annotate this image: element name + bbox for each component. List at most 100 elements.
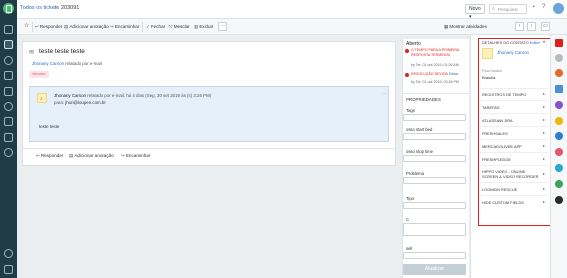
reply-icon: ↩ — [35, 24, 39, 29]
type-select[interactable] — [403, 202, 466, 209]
problem-select[interactable] — [403, 177, 466, 184]
footer-add-note-label: Adicionar anotação — [74, 153, 114, 158]
reply-button[interactable]: ↩Responder — [35, 22, 62, 31]
type-label: Tipo — [406, 196, 414, 201]
resolution-edit-link[interactable]: Editar — [449, 72, 458, 76]
resolution-title: RESOLUÇÃO DEVIDA — [411, 72, 448, 76]
trash-icon: ▥ — [194, 24, 199, 29]
reply-icon: ↩ — [36, 153, 40, 158]
footer-reply-button[interactable]: ↩Responder — [36, 151, 63, 160]
app-cyan-icon[interactable] — [555, 164, 563, 172]
apps-rail — [550, 35, 567, 278]
search-icon: ⌕ — [492, 6, 495, 12]
footer-forward-label: Encaminhar — [125, 153, 151, 158]
freshdesk-logo-icon[interactable] — [3, 3, 14, 14]
footer-reply-label: Responder — [40, 153, 64, 158]
forward-label: Encaminhar — [114, 24, 140, 29]
update-button[interactable]: Atualizar — [403, 264, 466, 275]
ticket-subject: teste teste teste — [39, 48, 85, 55]
field-input-1[interactable] — [403, 133, 466, 140]
reports-icon[interactable] — [4, 117, 13, 126]
notifications-bell-icon[interactable]: ◔ — [531, 4, 535, 11]
search-placeholder: Pesquisar — [498, 7, 519, 12]
companies-icon[interactable] — [4, 71, 13, 80]
forums-icon[interactable] — [4, 102, 13, 111]
first-response-alert-icon — [405, 49, 409, 53]
note-icon: ▤ — [69, 153, 74, 158]
ticket-toolbar: ☆ ↩Responder ▤Adicionar anotação ↪Encami… — [17, 19, 567, 35]
resolution-line: RESOLUÇÃO DEVIDA Editar — [411, 72, 458, 76]
left-nav — [0, 0, 17, 278]
show-activities-button[interactable]: ▦Mostrar atividades — [444, 22, 487, 31]
more-options-icon[interactable]: ⋯ — [218, 22, 227, 31]
app-logo-icon[interactable] — [555, 39, 563, 47]
merge-label: Mesclar — [173, 24, 190, 29]
footer-forward-button[interactable]: ↪Encaminhar — [121, 151, 150, 160]
note-icon: ▤ — [64, 24, 69, 29]
avatar[interactable] — [553, 3, 564, 14]
message-options-icon[interactable]: ⋯ — [382, 91, 387, 97]
forward-button[interactable]: ↪Encaminhar — [110, 22, 139, 31]
field-label-2: osso stop time — [406, 149, 433, 154]
star-icon[interactable]: ☆ — [24, 22, 29, 31]
top-bar: Todos os tickets > 203091 Novo ▾ ⌕ Pesqu… — [17, 0, 567, 20]
to-label: para: — [54, 100, 65, 105]
field-input-c[interactable] — [403, 223, 466, 236]
forward-icon: ↪ — [121, 153, 125, 158]
merge-button[interactable]: ⤲Mesclar — [169, 22, 190, 31]
keyboard-shortcuts-icon[interactable]: ▭ — [541, 22, 550, 31]
app-yellow-icon[interactable] — [555, 117, 563, 125]
tags-label: Tags — [406, 108, 415, 113]
message-header: Jhonany Carson relatado por e-mail, há 4… — [54, 93, 211, 98]
solutions-icon[interactable] — [4, 87, 13, 96]
tags-input[interactable] — [403, 114, 466, 121]
first-response-detail: by Ter, 01 out 2019, 01:26 AM — [411, 63, 459, 67]
new-button-label: Novo — [469, 6, 481, 12]
forward-icon: ↪ — [110, 24, 114, 29]
message-author[interactable]: Jhonany Carson — [54, 93, 86, 98]
problem-label: Problema — [406, 171, 424, 176]
first-response-title: O TEMPO PARA A PRIMEIRA RESPOSTA TERMINO… — [411, 48, 459, 57]
app-dark-icon[interactable] — [555, 196, 563, 204]
dashboard-icon[interactable] — [4, 25, 13, 34]
requester-link[interactable]: Jhonany Carson — [32, 61, 64, 66]
apps-grid-icon[interactable] — [4, 265, 13, 274]
new-button[interactable]: Novo ▾ — [465, 4, 485, 20]
footer-add-note-button[interactable]: ▤Adicionar anotação — [69, 151, 114, 160]
reply-button-label: Responder — [39, 24, 63, 29]
help-circle-icon[interactable]: ? — [542, 4, 545, 10]
app-red-icon[interactable] — [555, 148, 563, 156]
delete-button[interactable]: ▥Excluir — [194, 22, 213, 31]
highlight-annotation-box — [478, 38, 553, 226]
avatar-initial: J — [40, 96, 43, 101]
settings-gear-icon[interactable] — [4, 148, 13, 157]
add-note-button[interactable]: ▤Adicionar anotação — [64, 22, 109, 31]
field-label-c: C — [406, 217, 410, 222]
next-ticket-icon[interactable]: › — [527, 22, 536, 31]
help-icon[interactable] — [4, 249, 13, 258]
close-button[interactable]: ✓Fechar — [146, 22, 165, 31]
breadcrumb-separator: > — [54, 5, 58, 11]
app-blue-icon[interactable] — [555, 85, 563, 93]
show-activities-label: Mostrar atividades — [449, 24, 487, 29]
admin-icon[interactable] — [4, 133, 13, 142]
email-envelope-icon: ✉ — [29, 50, 35, 56]
field-input-2[interactable] — [403, 155, 466, 162]
breadcrumb-ticket-id: 203091 — [61, 5, 80, 11]
overdue-badge: Vencido — [29, 71, 49, 78]
app-jira-icon[interactable] — [555, 132, 563, 140]
resolution-detail: by Ter, 01 out 2019, 03:26 PM — [411, 80, 459, 84]
tickets-icon[interactable] — [4, 40, 13, 49]
add-note-label: Adicionar anotação — [69, 24, 109, 29]
app-orange-icon[interactable] — [555, 69, 563, 77]
close-label: Fechar — [150, 24, 166, 29]
contacts-icon[interactable] — [4, 56, 13, 65]
previous-ticket-icon[interactable]: ‹ — [515, 22, 524, 31]
resolution-alert-icon — [405, 73, 409, 77]
reported-via: relatado por e-mail — [65, 61, 102, 66]
app-green-icon[interactable] — [555, 180, 563, 188]
app-gear-icon[interactable] — [555, 54, 563, 62]
field-input-sell[interactable] — [403, 252, 466, 259]
app-purple-icon[interactable] — [555, 101, 563, 109]
search-box[interactable]: ⌕ Pesquisar — [489, 4, 527, 14]
